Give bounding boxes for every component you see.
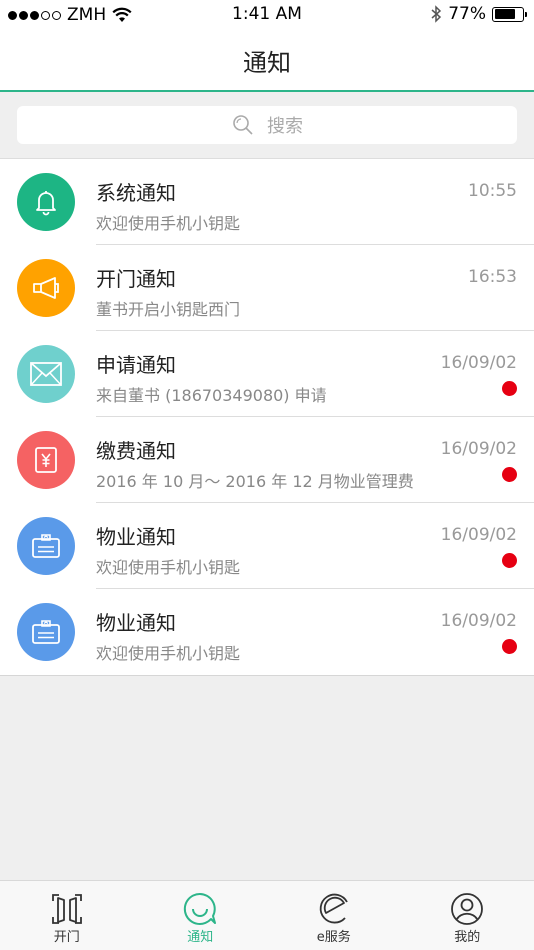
- battery-level: [494, 9, 516, 19]
- notification-subtitle: 2016 年 10 月～ 2016 年 12 月物业管理费: [96, 472, 414, 491]
- unread-dot: [502, 553, 517, 568]
- clipboard-icon: [17, 603, 75, 661]
- notification-time: 16/09/02: [440, 439, 517, 459]
- e-service-icon: [316, 891, 352, 931]
- search-input[interactable]: 搜索: [17, 106, 517, 144]
- notification-time: 16/09/02: [440, 353, 517, 373]
- yen-icon: [17, 431, 75, 489]
- notification-content: 申请通知来自董书 (18670349080) 申请 16/09/02: [96, 331, 534, 417]
- notification-subtitle: 来自董书 (18670349080) 申请: [96, 386, 327, 405]
- envelope-icon: [17, 345, 75, 403]
- tab-label: 开门: [53, 930, 80, 945]
- notification-content: 开门通知董书开启小钥匙西门 16:53: [96, 245, 534, 331]
- bluetooth-icon: [431, 5, 442, 23]
- notification-content: 物业通知欢迎使用手机小钥匙 16/09/02: [96, 589, 534, 675]
- notification-item[interactable]: 系统通知欢迎使用手机小钥匙 10:55: [0, 159, 534, 245]
- notification-item[interactable]: 申请通知来自董书 (18670349080) 申请 16/09/02: [0, 331, 534, 417]
- notification-content: 缴费通知 2016 年 10 月～ 2016 年 12 月物业管理费 16/09/0…: [96, 417, 534, 503]
- user-icon: [449, 891, 485, 931]
- status-right: 77%: [430, 4, 527, 24]
- unread-dot: [502, 381, 517, 396]
- notification-subtitle: 欢迎使用手机小钥匙: [96, 558, 241, 577]
- notification-time: 16/09/02: [440, 611, 517, 631]
- nav-bar: 通知: [0, 30, 534, 92]
- page-title: 通知: [243, 48, 291, 77]
- battery-icon: [492, 6, 527, 22]
- notification-item[interactable]: 缴费通知 2016 年 10 月～ 2016 年 12 月物业管理费 16/09/0…: [0, 417, 534, 503]
- notification-list: 系统通知欢迎使用手机小钥匙 10:55 开门通知董书开启小钥匙西门 16:53 申请通知…: [0, 158, 534, 676]
- tab-label: 通知: [187, 930, 214, 945]
- unread-dot: [502, 467, 517, 482]
- notification-subtitle: 董书开启小钥匙西门: [96, 300, 241, 319]
- unread-dot: [502, 639, 517, 654]
- notification-item[interactable]: 物业通知欢迎使用手机小钥匙 16/09/02: [0, 503, 534, 589]
- notification-title: 物业通知: [96, 525, 176, 549]
- tab-3[interactable]: 我的: [401, 881, 534, 950]
- notification-title: 申请通知: [96, 353, 176, 377]
- door-scan-icon: [49, 891, 85, 931]
- tab-2[interactable]: e服务: [267, 881, 401, 950]
- megaphone-icon: [17, 259, 75, 317]
- notification-item[interactable]: 物业通知欢迎使用手机小钥匙 16/09/02: [0, 589, 534, 675]
- notification-content: 系统通知欢迎使用手机小钥匙 10:55: [96, 159, 534, 245]
- search-bar: 搜索: [0, 92, 534, 158]
- tab-label: e服务: [316, 930, 351, 945]
- clipboard-icon: [17, 517, 75, 575]
- search-placeholder: 搜索: [267, 116, 303, 137]
- notification-subtitle: 欢迎使用手机小钥匙: [96, 644, 241, 663]
- tab-1[interactable]: 通知: [134, 881, 268, 950]
- notification-item[interactable]: 开门通知董书开启小钥匙西门 16:53: [0, 245, 534, 331]
- notification-time: 16/09/02: [440, 525, 517, 545]
- notification-content: 物业通知欢迎使用手机小钥匙 16/09/02: [96, 503, 534, 589]
- notification-title: 物业通知: [96, 611, 176, 635]
- battery-percent: 77%: [448, 4, 486, 24]
- tab-0[interactable]: 开门: [0, 881, 134, 950]
- notification-time: 10:55: [468, 181, 517, 201]
- status-bar: ZMH 1:41 AM 77%: [0, 0, 534, 30]
- chat-smile-icon: [182, 891, 218, 931]
- notification-time: 16:53: [468, 267, 517, 287]
- search-icon: [233, 115, 253, 135]
- tab-bar: 开门 通知 e服务 我的: [0, 880, 534, 950]
- notification-title: 系统通知: [96, 181, 176, 205]
- tab-label: 我的: [454, 930, 481, 945]
- notification-title: 缴费通知: [96, 439, 176, 463]
- bell-icon: [17, 173, 75, 231]
- notification-title: 开门通知: [96, 267, 176, 291]
- notification-subtitle: 欢迎使用手机小钥匙: [96, 214, 241, 233]
